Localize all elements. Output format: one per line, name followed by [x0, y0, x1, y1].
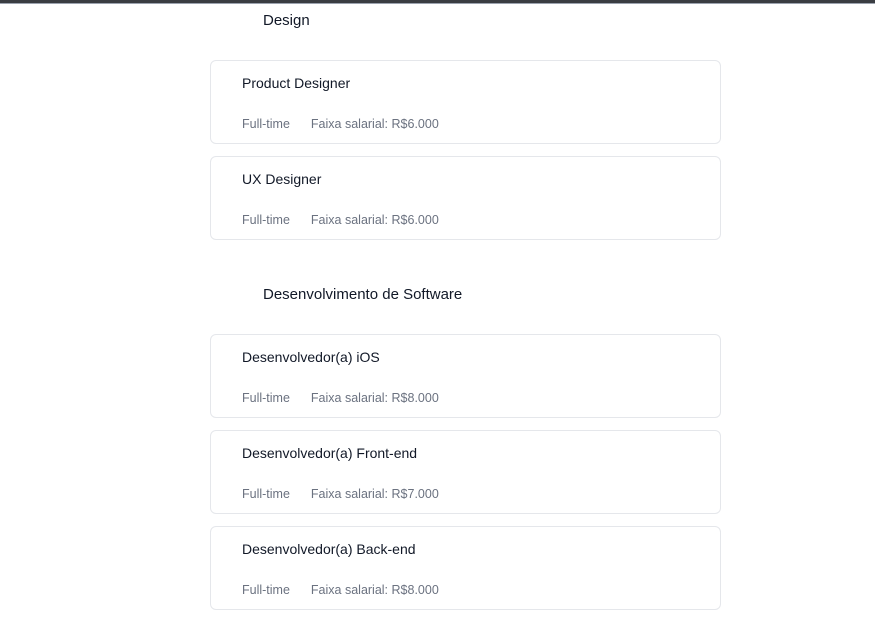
salary-label: Faixa salarial: — [310, 391, 389, 405]
job-title: Desenvolvedor(a) Front-end — [242, 445, 418, 461]
salary-label: Faixa salarial: — [310, 213, 389, 227]
job-meta: Full-time Faixa salarial: R$7.000 — [242, 486, 439, 502]
job-card-ios-developer[interactable]: Desenvolvedor(a) iOS Full-time Faixa sala… — [210, 334, 721, 418]
job-type: Full-time — [242, 583, 290, 597]
job-meta: Full-time Faixa salarial: R$8.000 — [242, 582, 439, 598]
job-type: Full-time — [242, 213, 290, 227]
salary-value: R$6.000 — [391, 117, 439, 131]
job-type: Full-time — [242, 391, 290, 405]
job-card-backend-developer[interactable]: Desenvolvedor(a) Back-end Full-time Faixa… — [210, 526, 721, 610]
job-meta: Full-time Faixa salarial: R$6.000 — [242, 212, 439, 228]
job-title: Desenvolvedor(a) iOS — [242, 349, 380, 365]
job-meta: Full-time Faixa salarial: R$8.000 — [242, 390, 439, 406]
job-meta: Full-time Faixa salarial: R$6.000 — [242, 116, 439, 132]
salary-value: R$6.000 — [391, 213, 439, 227]
browser-top-bar — [0, 0, 875, 4]
job-type: Full-time — [242, 487, 290, 501]
salary-label: Faixa salarial: — [310, 117, 389, 131]
job-title: UX Designer — [242, 171, 322, 187]
job-card-product-designer[interactable]: Product Designer Full-time Faixa salarial… — [210, 60, 721, 144]
salary-label: Faixa salarial: — [310, 583, 389, 597]
job-title: Product Designer — [242, 75, 351, 91]
job-card-frontend-developer[interactable]: Desenvolvedor(a) Front-end Full-time Faix… — [210, 430, 721, 514]
job-type: Full-time — [242, 117, 290, 131]
salary-label: Faixa salarial: — [310, 487, 389, 501]
job-card-ux-designer[interactable]: UX Designer Full-time Faixa salarial: R$6… — [210, 156, 721, 240]
job-title: Desenvolvedor(a) Back-end — [242, 541, 416, 557]
salary-value: R$7.000 — [391, 487, 439, 501]
section-title-software-development: Desenvolvimento de Software — [263, 286, 463, 303]
salary-value: R$8.000 — [391, 391, 439, 405]
salary-value: R$8.000 — [391, 583, 439, 597]
section-title-design: Design — [263, 12, 310, 29]
